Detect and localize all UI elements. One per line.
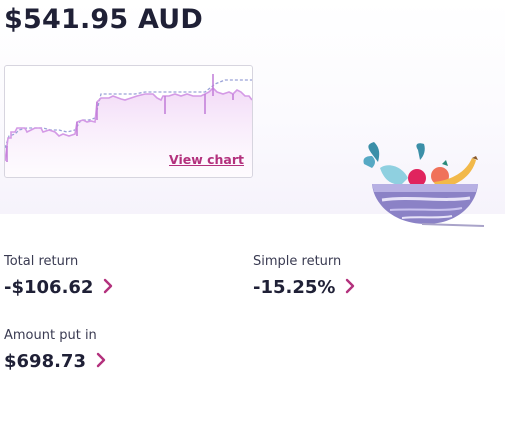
balance-amount: $541.95 AUD xyxy=(4,4,203,35)
total-return-row[interactable]: -$106.62 xyxy=(4,277,113,298)
stat-amount-put-in: Amount put in $698.73 xyxy=(4,328,106,372)
amount-put-in-row[interactable]: $698.73 xyxy=(4,351,106,372)
stat-total-return: Total return -$106.62 xyxy=(4,254,113,298)
amount-put-in-label: Amount put in xyxy=(4,328,97,343)
chevron-right-icon[interactable] xyxy=(96,352,106,372)
amount-put-in-value: $698.73 xyxy=(4,351,86,372)
total-return-label: Total return xyxy=(4,254,79,269)
chevron-right-icon[interactable] xyxy=(345,278,355,298)
simple-return-value: -15.25% xyxy=(253,277,336,298)
simple-return-label: Simple return xyxy=(253,254,342,269)
fruit-bowl-illustration xyxy=(362,142,492,234)
simple-return-row[interactable]: -15.25% xyxy=(253,277,355,298)
chevron-right-icon[interactable] xyxy=(103,278,113,298)
view-chart-link[interactable]: View chart xyxy=(169,152,244,167)
total-return-value: -$106.62 xyxy=(4,277,94,298)
stat-simple-return: Simple return -15.25% xyxy=(253,254,355,298)
performance-chart-card[interactable]: View chart xyxy=(4,65,253,178)
